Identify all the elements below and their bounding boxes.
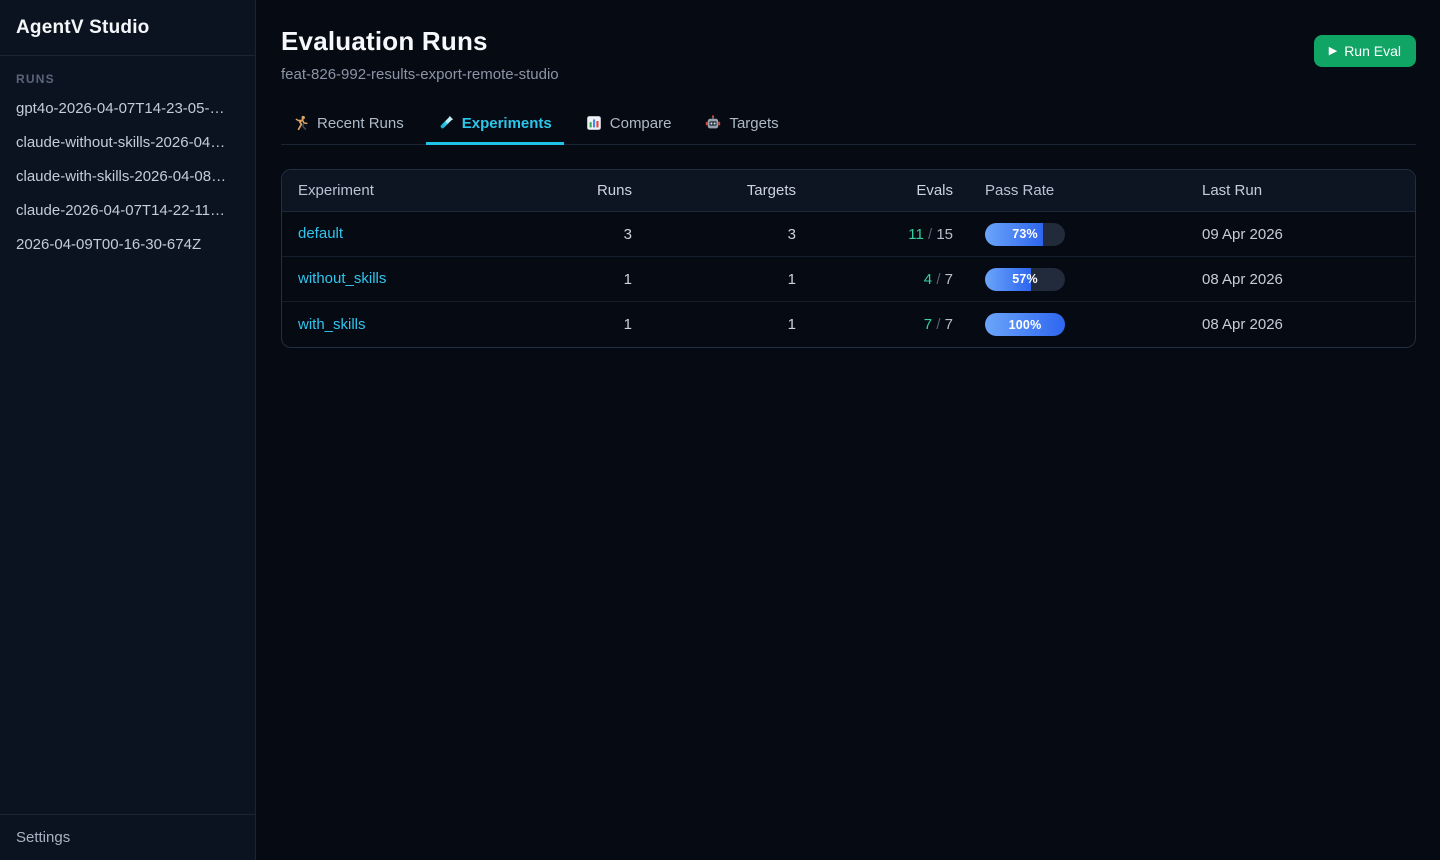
play-icon: ▶ bbox=[1329, 46, 1337, 57]
pass-rate-label: 100% bbox=[985, 313, 1065, 336]
robot-icon bbox=[705, 115, 721, 131]
pass-rate-pill: 57% bbox=[985, 268, 1065, 291]
pass-rate-label: 73% bbox=[985, 223, 1065, 246]
evals-separator: / bbox=[936, 316, 940, 333]
last-run-value: 09 Apr 2026 bbox=[1186, 226, 1415, 243]
sidebar-run-item[interactable]: claude-2026-04-07T14-22-11… bbox=[0, 194, 255, 228]
run-item-label: claude-without-skills-2026-04… bbox=[16, 134, 225, 151]
experiment-link[interactable]: without_skills bbox=[298, 270, 386, 287]
table-row[interactable]: default 3 3 11 / 15 73% 09 Apr 2026 bbox=[282, 212, 1415, 257]
main-content: Evaluation Runs feat-826-992-results-exp… bbox=[256, 0, 1440, 860]
col-experiment: Experiment bbox=[282, 182, 548, 199]
tab-label: Compare bbox=[610, 115, 672, 132]
run-item-label: claude-2026-04-07T14-22-11… bbox=[16, 202, 225, 219]
evals-passed: 4 bbox=[924, 271, 932, 288]
last-run-value: 08 Apr 2026 bbox=[1186, 271, 1415, 288]
sidebar: AgentV Studio RUNS gpt4o-2026-04-07T14-2… bbox=[0, 0, 256, 860]
last-run-value: 08 Apr 2026 bbox=[1186, 316, 1415, 333]
sidebar-run-item[interactable]: gpt4o-2026-04-07T14-23-05-… bbox=[0, 92, 255, 126]
bar-chart-icon bbox=[586, 115, 602, 131]
page-header: Evaluation Runs feat-826-992-results-exp… bbox=[281, 26, 1416, 83]
sidebar-footer: Settings bbox=[0, 814, 255, 860]
experiment-link[interactable]: default bbox=[298, 225, 343, 242]
sidebar-item-settings[interactable]: Settings bbox=[16, 829, 70, 846]
targets-value: 3 bbox=[632, 226, 796, 243]
evals-total: 15 bbox=[936, 226, 953, 243]
pass-rate-label: 57% bbox=[985, 268, 1065, 291]
col-pass-rate: Pass Rate bbox=[953, 182, 1186, 199]
page-title: Evaluation Runs bbox=[281, 26, 559, 57]
tab-bar: Recent Runs bbox=[281, 104, 1416, 145]
run-eval-label: Run Eval bbox=[1344, 43, 1401, 59]
table-row[interactable]: with_skills 1 1 7 / 7 100% 08 Apr 2026 bbox=[282, 302, 1415, 347]
runs-section-label: RUNS bbox=[16, 72, 239, 86]
evals-separator: / bbox=[928, 226, 932, 243]
runner-icon bbox=[293, 115, 309, 131]
runs-value: 1 bbox=[548, 271, 632, 288]
sidebar-run-item[interactable]: claude-with-skills-2026-04-08… bbox=[0, 160, 255, 194]
run-item-label: claude-with-skills-2026-04-08… bbox=[16, 168, 226, 185]
sidebar-header: AgentV Studio bbox=[0, 0, 255, 56]
tab-recent-runs[interactable]: Recent Runs bbox=[281, 104, 416, 145]
runs-value: 3 bbox=[548, 226, 632, 243]
col-runs: Runs bbox=[548, 182, 632, 199]
run-list: gpt4o-2026-04-07T14-23-05-… claude-witho… bbox=[0, 92, 255, 262]
tab-label: Targets bbox=[729, 115, 778, 132]
page-subtitle: feat-826-992-results-export-remote-studi… bbox=[281, 66, 559, 83]
run-item-label: 2026-04-09T00-16-30-674Z bbox=[16, 236, 201, 253]
targets-value: 1 bbox=[632, 316, 796, 333]
run-eval-button[interactable]: ▶ Run Eval bbox=[1314, 35, 1416, 67]
pass-rate-pill: 100% bbox=[985, 313, 1065, 336]
runs-value: 1 bbox=[548, 316, 632, 333]
evals-total: 7 bbox=[945, 271, 953, 288]
experiment-link[interactable]: with_skills bbox=[298, 316, 366, 333]
tab-label: Recent Runs bbox=[317, 115, 404, 132]
evals-value: 7 / 7 bbox=[796, 316, 953, 333]
evals-value: 11 / 15 bbox=[796, 226, 953, 243]
sidebar-run-item[interactable]: 2026-04-09T00-16-30-674Z bbox=[0, 228, 255, 262]
table-body: default 3 3 11 / 15 73% 09 Apr 2026 with… bbox=[282, 212, 1415, 347]
page-heading-group: Evaluation Runs feat-826-992-results-exp… bbox=[281, 26, 559, 83]
test-tube-icon bbox=[438, 115, 454, 131]
targets-value: 1 bbox=[632, 271, 796, 288]
pass-rate-pill: 73% bbox=[985, 223, 1065, 246]
run-item-label: gpt4o-2026-04-07T14-23-05-… bbox=[16, 100, 224, 117]
tab-label: Experiments bbox=[462, 115, 552, 132]
col-last-run: Last Run bbox=[1186, 182, 1415, 199]
evals-value: 4 / 7 bbox=[796, 271, 953, 288]
experiments-table: Experiment Runs Targets Evals Pass Rate … bbox=[281, 169, 1416, 348]
sidebar-run-item[interactable]: claude-without-skills-2026-04… bbox=[0, 126, 255, 160]
app-title: AgentV Studio bbox=[16, 17, 239, 39]
evals-passed: 7 bbox=[924, 316, 932, 333]
col-evals: Evals bbox=[796, 182, 953, 199]
tab-targets[interactable]: Targets bbox=[693, 104, 790, 145]
tab-compare[interactable]: Compare bbox=[574, 104, 684, 145]
col-targets: Targets bbox=[632, 182, 796, 199]
table-header: Experiment Runs Targets Evals Pass Rate … bbox=[282, 170, 1415, 212]
tab-experiments[interactable]: Experiments bbox=[426, 104, 564, 145]
evals-total: 7 bbox=[945, 316, 953, 333]
table-row[interactable]: without_skills 1 1 4 / 7 57% 08 Apr 2026 bbox=[282, 257, 1415, 302]
evals-passed: 11 bbox=[908, 226, 924, 243]
evals-separator: / bbox=[936, 271, 940, 288]
